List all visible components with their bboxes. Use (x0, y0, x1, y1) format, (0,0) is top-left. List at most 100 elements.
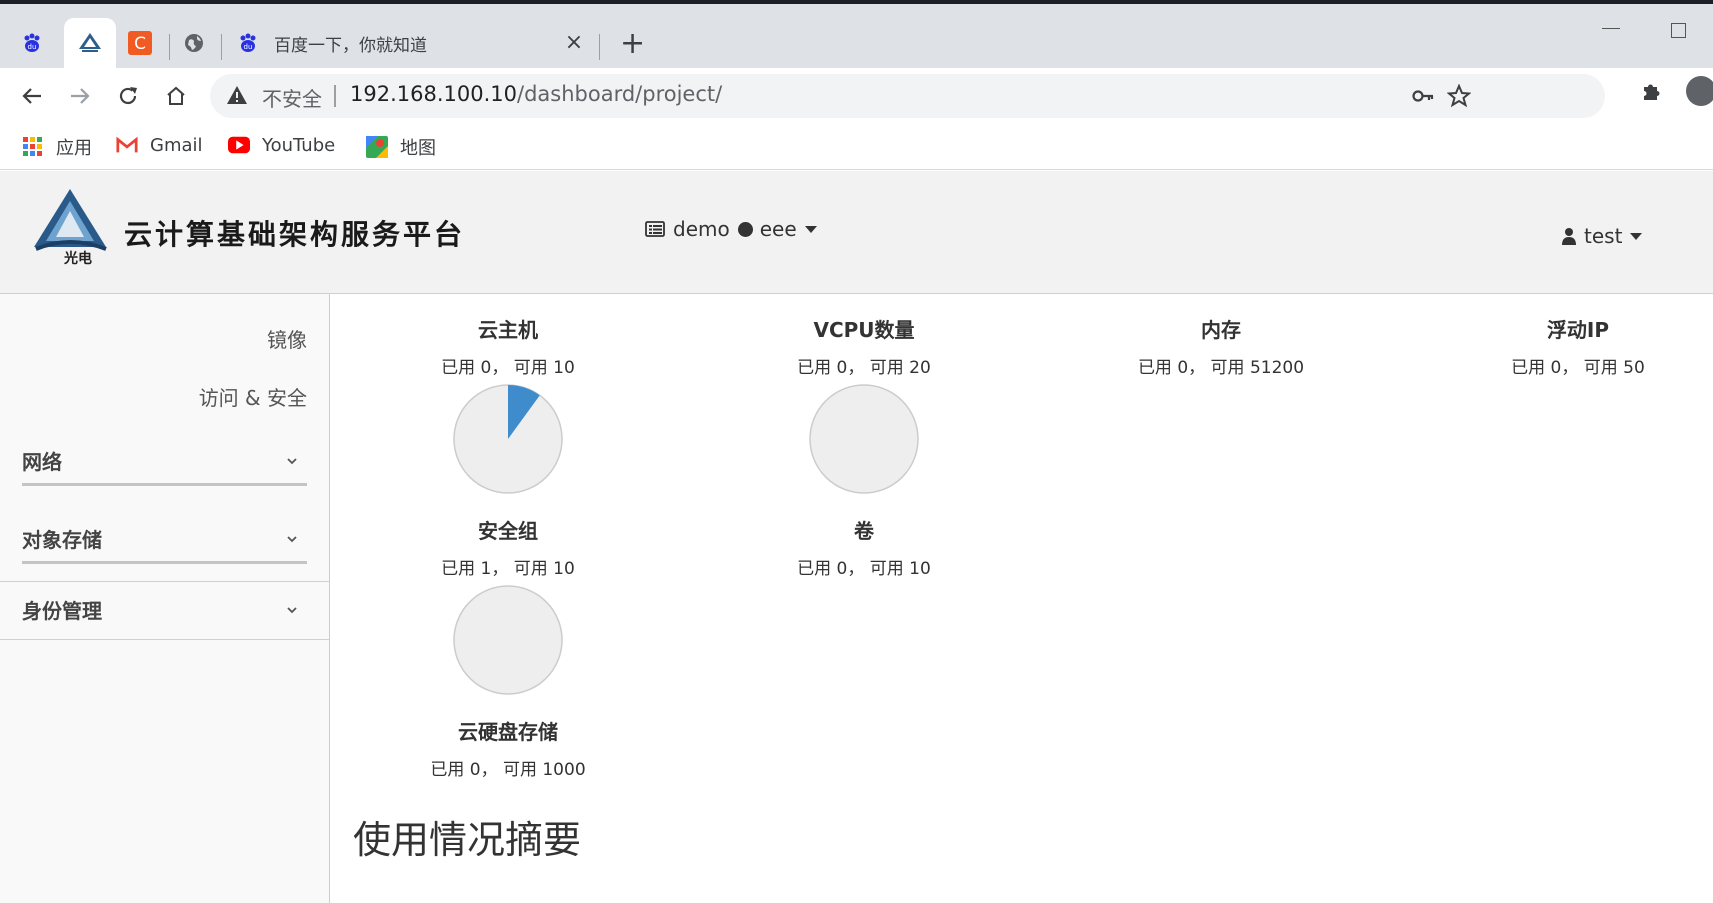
url-text: 192.168.100.10/dashboard/project/ (350, 82, 722, 106)
app-header: 光电 云计算基础架构服务平台 demo eee test (0, 171, 1713, 294)
chevron-down-icon (287, 458, 297, 465)
main-content: 云主机已用 0， 可用 10 VCPU数量已用 0， 可用 20 内存已用 0， 可… (331, 294, 1713, 903)
user-icon (1562, 228, 1576, 245)
quota-card: 浮动IP 已用 0， 可用 50 (1428, 314, 1713, 378)
extensions-icon[interactable] (1640, 80, 1664, 108)
user-name: test (1584, 224, 1623, 248)
close-icon[interactable]: × (562, 30, 586, 55)
sidebar-group-network[interactable]: 网络 (22, 446, 307, 486)
maximize-button[interactable] (1671, 23, 1686, 38)
quota-usage: 已用 0， 可用 51200 (1137, 358, 1305, 378)
minimize-button[interactable] (1602, 28, 1620, 29)
quota-usage: 已用 0， 可用 50 (1511, 358, 1645, 378)
quota-title: 云主机 (478, 318, 538, 342)
reload-button[interactable] (108, 76, 148, 116)
pie-background (809, 384, 919, 494)
tab-separator (169, 34, 170, 60)
c-logo-icon: C (128, 31, 152, 55)
quota-pie (809, 384, 919, 494)
quota-usage: 已用 0， 可用 10 (441, 358, 575, 378)
tab-separator (599, 34, 600, 60)
divider (334, 85, 336, 107)
sidebar-item-images[interactable]: 镜像 (267, 324, 307, 353)
back-button[interactable] (12, 76, 52, 116)
tab-baidu-1[interactable]: du (20, 18, 56, 68)
bookmark-youtube[interactable]: YouTube (228, 134, 335, 156)
back-arrow-icon (22, 88, 41, 104)
quota-card: VCPU数量已用 0， 可用 20 (714, 314, 1014, 378)
bookmark-maps[interactable]: 地图 (366, 134, 436, 160)
group-underline (22, 561, 307, 564)
key-icon[interactable] (1411, 84, 1435, 112)
pie-background (453, 585, 563, 695)
svg-text:du: du (28, 43, 37, 51)
brand-title: 云计算基础架构服务平台 (124, 218, 466, 251)
forward-button[interactable] (60, 76, 100, 116)
sidebar-group-label: 身份管理 (22, 599, 102, 623)
maps-icon (366, 136, 388, 158)
divider (0, 581, 330, 582)
bookmark-label: YouTube (262, 134, 336, 156)
quota-card: 云主机已用 0， 可用 10 (358, 314, 658, 378)
profile-avatar-icon[interactable] (1686, 76, 1713, 106)
quota-usage: 已用 0， 可用 20 (797, 358, 931, 378)
home-button[interactable] (156, 76, 196, 116)
quota-title: 浮动IP (1546, 318, 1610, 342)
url-path: /dashboard/project/ (517, 82, 723, 106)
group-underline (22, 483, 307, 486)
project-switcher[interactable]: demo eee (645, 217, 817, 241)
domain-name: eee (759, 217, 797, 241)
home-icon (167, 86, 185, 105)
separator-dot (737, 221, 753, 237)
bookmark-label: 地图 (400, 138, 436, 159)
caret-down-icon (804, 225, 817, 233)
sidebar: 镜像 访问 & 安全 网络 对象存储 身份管理 (0, 294, 330, 903)
tab-globe[interactable] (182, 18, 208, 68)
quota-usage: 已用 0， 可用 1000 (430, 760, 586, 780)
tab-c[interactable]: C (128, 18, 154, 68)
address-bar[interactable]: 不安全 192.168.100.10/dashboard/project/ (210, 74, 1605, 118)
quota-usage: 已用 1， 可用 10 (441, 559, 575, 579)
svg-text:du: du (244, 43, 253, 51)
bookmark-gmail[interactable]: Gmail (116, 134, 203, 156)
tab-bar: du C du 百度一下，你就知道 × + (0, 4, 1713, 68)
bookmark-star-icon[interactable] (1446, 83, 1472, 112)
project-name: demo (673, 217, 730, 241)
chevron-down-icon (287, 536, 297, 543)
quota-pie (453, 384, 563, 494)
user-menu[interactable]: test (1562, 224, 1643, 248)
bookmark-label: Gmail (150, 134, 203, 156)
project-list-icon (645, 221, 665, 237)
quota-title: 卷 (854, 519, 874, 543)
sidebar-group-label: 网络 (22, 450, 62, 474)
tab-baidu-2[interactable]: du 百度一下，你就知道 × (236, 18, 586, 68)
caret-down-icon (1630, 232, 1643, 240)
baidu-icon: du (236, 31, 260, 55)
new-tab-button[interactable]: + (620, 29, 645, 59)
quota-card: 云硬盘存储 已用 0， 可用 1000 (358, 716, 658, 780)
bookmarks-bar: 应用 Gmail YouTube 地图 (0, 124, 1713, 170)
baidu-icon: du (20, 31, 44, 55)
sidebar-group-object-storage[interactable]: 对象存储 (22, 524, 307, 564)
divider (0, 639, 330, 640)
quota-card: 内存已用 0， 可用 51200 (1071, 314, 1371, 378)
apps-grid-icon (22, 136, 44, 158)
insecure-label: 不安全 (262, 87, 322, 111)
quota-title: 内存 (1201, 318, 1241, 342)
bookmark-label: 应用 (56, 138, 92, 159)
brand-logo: 光电 (34, 189, 107, 265)
gmail-icon (116, 134, 138, 156)
svg-text:光电: 光电 (63, 250, 92, 265)
sidebar-group-identity[interactable]: 身份管理 (22, 595, 307, 635)
forward-arrow-icon (71, 88, 90, 104)
sidebar-item-access-security[interactable]: 访问 & 安全 (199, 382, 307, 411)
tab-dashboard[interactable] (64, 18, 116, 68)
url-host: 192.168.100.10 (350, 82, 517, 106)
quota-title: VCPU数量 (813, 318, 915, 342)
section-title: 使用情况摘要 (353, 818, 582, 862)
bookmark-apps[interactable]: 应用 (22, 134, 92, 160)
tab-separator (221, 34, 222, 60)
quota-usage: 已用 0， 可用 10 (797, 559, 931, 579)
quota-title: 安全组 (478, 519, 538, 543)
svg-text:C: C (134, 34, 146, 54)
